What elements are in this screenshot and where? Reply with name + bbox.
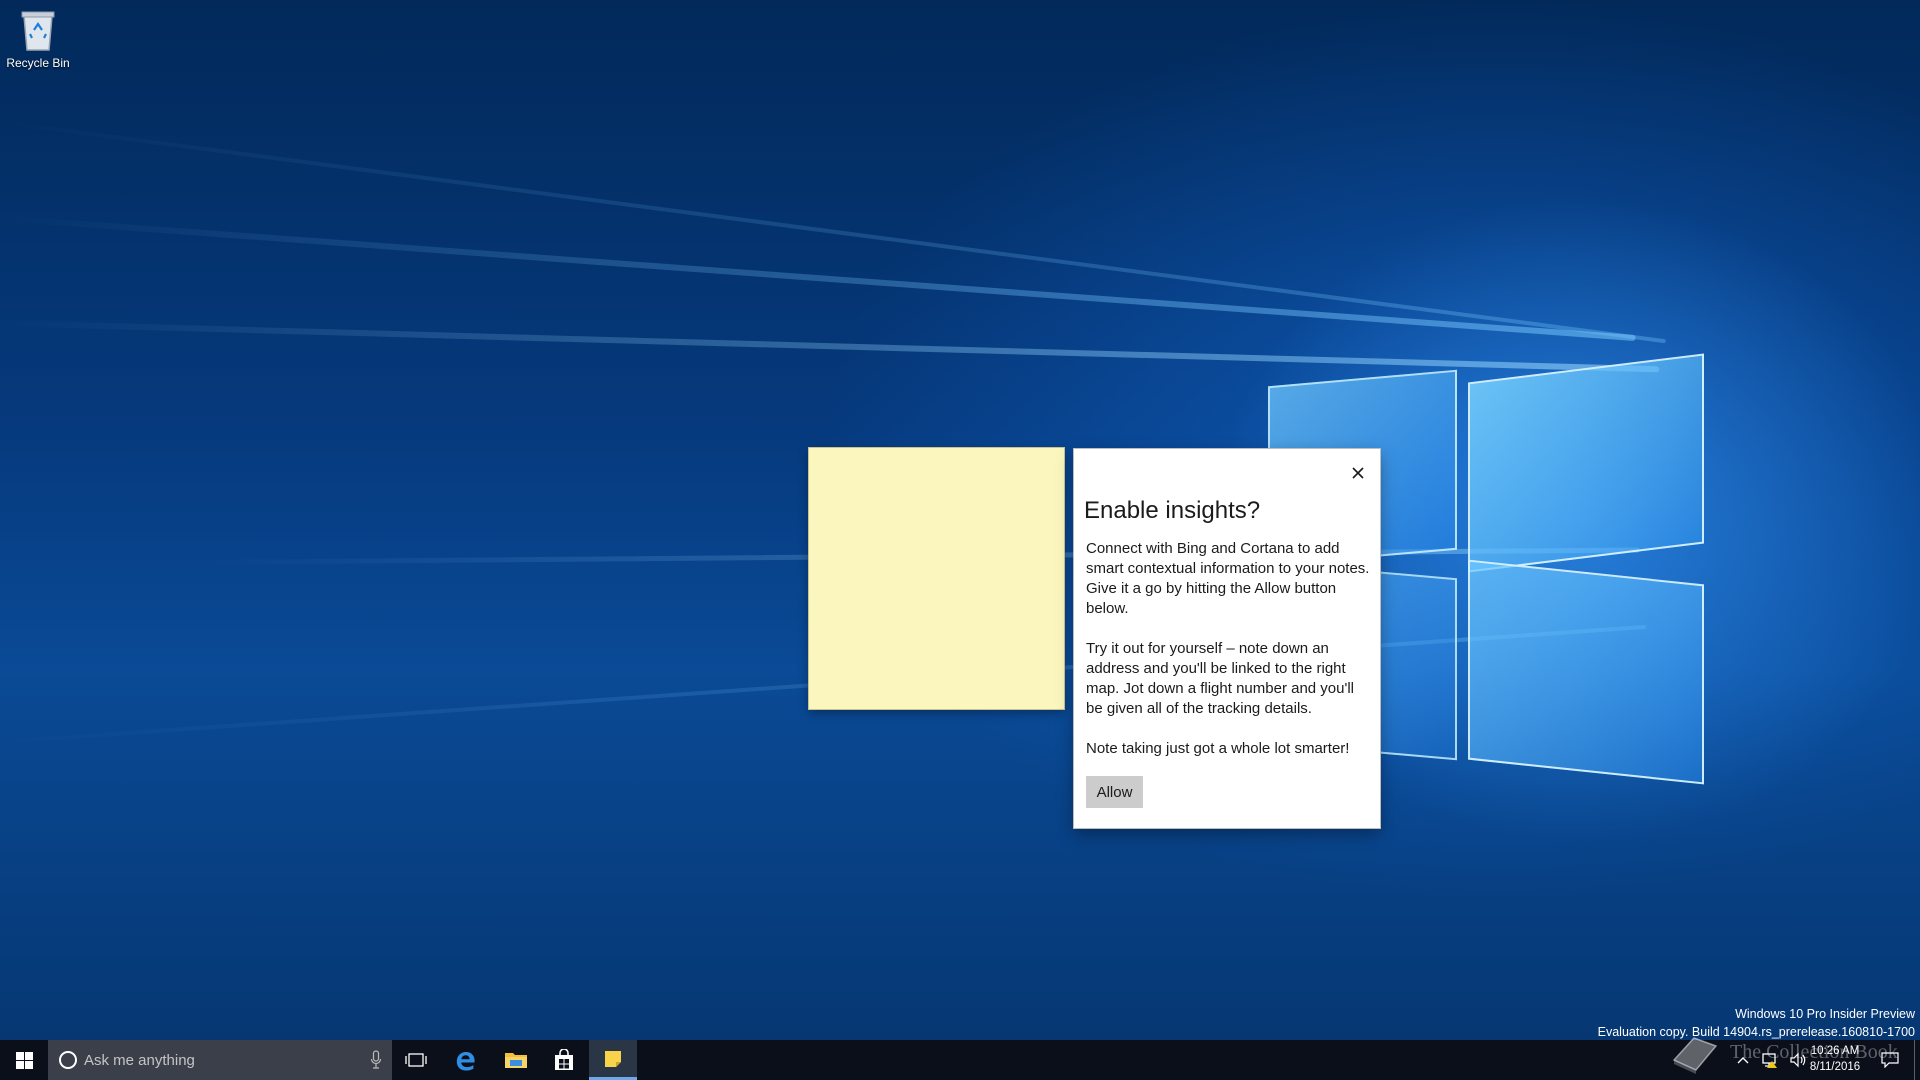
search-input[interactable] (84, 1051, 354, 1069)
close-button[interactable] (1346, 461, 1370, 485)
microphone-icon[interactable] (370, 1050, 382, 1070)
start-button[interactable] (0, 1040, 48, 1080)
edge-button[interactable] (440, 1040, 492, 1080)
brand-watermark: The Collection Book (1668, 1030, 1898, 1074)
book-icon (1672, 1037, 1718, 1074)
file-explorer-icon (505, 1053, 527, 1068)
cortana-search-box[interactable] (48, 1040, 392, 1080)
sticky-notes-icon (605, 1050, 621, 1067)
allow-button[interactable]: Allow (1086, 776, 1143, 808)
taskbar: 10:26 AM 8/11/2016 (0, 1040, 1920, 1080)
task-view-icon (405, 1053, 427, 1067)
task-view-button[interactable] (392, 1040, 440, 1080)
enable-insights-dialog: Enable insights? Connect with Bing and C… (1074, 449, 1380, 828)
dialog-paragraph: Try it out for yourself – note down an a… (1086, 640, 1355, 717)
dialog-paragraph: Connect with Bing and Cortana to add sma… (1086, 540, 1370, 617)
recycle-bin-label: Recycle Bin (6, 56, 70, 70)
show-desktop-button[interactable] (1914, 1040, 1920, 1080)
store-icon (555, 1049, 573, 1070)
brand-text: The Collection Book (1730, 1040, 1898, 1063)
store-button[interactable] (540, 1040, 588, 1080)
close-icon (1352, 467, 1364, 479)
sticky-notes-taskbar-button[interactable] (589, 1040, 637, 1080)
edge-icon (456, 1052, 475, 1071)
watermark-edition: Windows 10 Pro Insider Preview (1735, 1007, 1915, 1021)
dialog-paragraph: Note taking just got a whole lot smarter… (1086, 740, 1350, 757)
start-icon (15, 1051, 33, 1069)
sticky-note[interactable] (809, 448, 1064, 709)
recycle-bin-icon (21, 11, 55, 51)
dialog-title: Enable insights? (1084, 497, 1261, 524)
cortana-icon (59, 1051, 77, 1069)
recycle-bin[interactable]: Recycle Bin (4, 6, 72, 70)
dialog-body: Connect with Bing and Cortana to add sma… (1086, 539, 1370, 779)
file-explorer-button[interactable] (492, 1040, 540, 1080)
